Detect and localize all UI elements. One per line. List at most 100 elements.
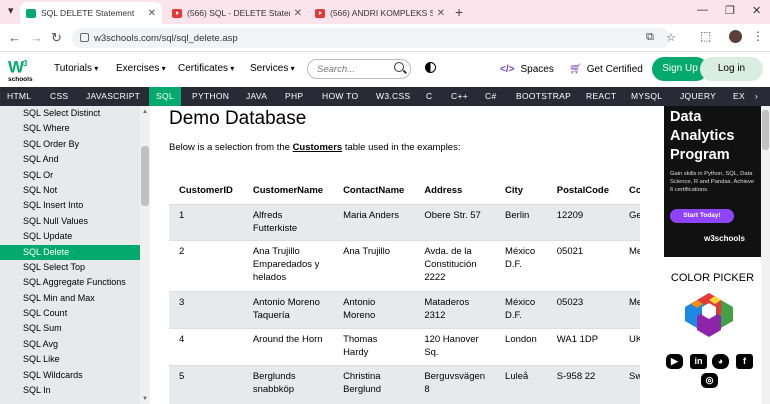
forward-icon[interactable]: → bbox=[30, 30, 43, 45]
scrollbar-thumb[interactable] bbox=[762, 110, 769, 150]
tab-sql-delete[interactable]: SQL DELETE Statement ✕ bbox=[20, 2, 162, 24]
topnav-csharp[interactable]: C# bbox=[485, 87, 496, 106]
search-input[interactable]: Search... bbox=[307, 59, 411, 79]
topnav-php[interactable]: PHP bbox=[285, 87, 303, 106]
sidebar-item[interactable]: SQL In bbox=[0, 383, 150, 398]
sidebar-item[interactable]: SQL Where bbox=[0, 121, 150, 136]
spaces-link[interactable]: </> Spaces bbox=[500, 64, 554, 75]
back-icon[interactable]: ← bbox=[8, 30, 21, 45]
close-icon[interactable]: ✕ bbox=[294, 8, 302, 19]
sidebar-item[interactable]: SQL Not bbox=[0, 183, 150, 198]
table-cell: Thomas Hardy bbox=[333, 328, 415, 365]
topnav-javascript[interactable]: JAVASCRIPT bbox=[86, 87, 140, 106]
sidebar-item[interactable]: SQL Count bbox=[0, 306, 150, 321]
sidebar-item[interactable]: SQL Insert Into bbox=[0, 198, 150, 213]
col-header: City bbox=[495, 177, 547, 205]
sidebar-item[interactable]: SQL Order By bbox=[0, 137, 150, 152]
get-certified-link[interactable]: 🛒︎ Get Certified bbox=[569, 64, 643, 75]
scroll-up-icon[interactable]: ▲ bbox=[142, 109, 148, 115]
page-scrollbar[interactable] bbox=[761, 106, 770, 404]
sidebar-item[interactable]: SQL Select Top bbox=[0, 260, 150, 275]
close-window-icon[interactable]: ✕ bbox=[752, 4, 761, 17]
scrollbar-thumb[interactable] bbox=[141, 146, 149, 206]
sidebar-item[interactable]: SQL Sum bbox=[0, 321, 150, 336]
menu-tutorials[interactable]: Tutorials bbox=[54, 63, 98, 74]
topnav-mysql[interactable]: MYSQL bbox=[631, 87, 662, 106]
topnav-bootstrap[interactable]: BOOTSTRAP bbox=[516, 87, 571, 106]
color-picker-icon[interactable] bbox=[685, 293, 733, 337]
sidebar-item[interactable]: SQL Aggregate Functions bbox=[0, 275, 150, 290]
topnav-java[interactable]: JAVA bbox=[246, 87, 267, 106]
url-text: w3schools.com/sql/sql_delete.asp bbox=[94, 32, 238, 44]
topnav-python[interactable]: PYTHON bbox=[192, 87, 229, 106]
new-tab-button[interactable]: + bbox=[455, 4, 463, 20]
linkedin-icon[interactable]: in bbox=[690, 354, 707, 369]
sidebar-scrollbar[interactable]: ▲ ▼ bbox=[140, 106, 150, 404]
sidebar-item[interactable]: SQL Wildcards bbox=[0, 368, 150, 383]
url-field[interactable]: w3schools.com/sql/sql_delete.asp ⧉ ☆ bbox=[72, 28, 676, 48]
topnav-html[interactable]: HTML bbox=[7, 87, 31, 106]
scroll-down-icon[interactable]: ▼ bbox=[142, 396, 148, 402]
youtube-icon bbox=[172, 8, 182, 18]
log-in-button[interactable]: Log in bbox=[700, 57, 763, 81]
table-cell: Christina Berglund bbox=[333, 365, 415, 404]
sidebar: SQL Select Distinct SQL Where SQL Order … bbox=[0, 106, 150, 404]
table-cell: 2 bbox=[169, 240, 243, 291]
translate-icon[interactable]: ⧉ bbox=[646, 31, 654, 44]
close-icon[interactable]: ✕ bbox=[148, 8, 156, 19]
maximize-icon[interactable]: ❐ bbox=[725, 4, 735, 17]
menu-exercises[interactable]: Exercises bbox=[116, 63, 166, 74]
cart-icon: 🛒︎ bbox=[569, 64, 582, 75]
topnav-howto[interactable]: HOW TO bbox=[322, 87, 358, 106]
sidebar-item[interactable]: SQL And bbox=[0, 152, 150, 167]
sidebar-item-active[interactable]: SQL Delete bbox=[0, 244, 150, 260]
menu-certificates[interactable]: Certificates bbox=[178, 63, 234, 74]
reload-icon[interactable]: ↻ bbox=[51, 30, 62, 46]
w3schools-logo[interactable]: W3 schools bbox=[8, 56, 34, 84]
tab-search-icon[interactable]: ▾ bbox=[8, 4, 14, 17]
sidebar-item[interactable]: SQL Like bbox=[0, 352, 150, 367]
topnav-sql[interactable]: SQL bbox=[149, 87, 181, 106]
sidebar-item[interactable]: SQL Or bbox=[0, 168, 150, 183]
search-icon[interactable] bbox=[394, 62, 404, 72]
minimize-icon[interactable]: — bbox=[697, 4, 708, 16]
facebook-icon[interactable]: f bbox=[736, 354, 753, 369]
topnav-react[interactable]: REACT bbox=[586, 87, 616, 106]
site-info-icon[interactable] bbox=[80, 33, 89, 42]
sidebar-item[interactable]: SQL Null Values bbox=[0, 214, 150, 229]
close-icon[interactable]: ✕ bbox=[437, 8, 445, 19]
topnav-css[interactable]: CSS bbox=[50, 87, 68, 106]
topnav-more-icon[interactable]: › bbox=[755, 87, 758, 106]
topnav-cpp[interactable]: C++ bbox=[451, 87, 468, 106]
topnav-w3css[interactable]: W3.CSS bbox=[376, 87, 410, 106]
table-cell: Berlin bbox=[495, 204, 547, 240]
menu-services[interactable]: Services bbox=[250, 63, 295, 74]
sidebar-item[interactable]: SQL Select Distinct bbox=[0, 106, 150, 121]
tab-youtube-2[interactable]: (566) ANDRI KOMPLEKS SKUPS ✕ bbox=[309, 2, 451, 24]
tab-youtube-1[interactable]: (566) SQL - DELETE Statement - ✕ bbox=[166, 2, 308, 24]
dark-mode-toggle-icon[interactable] bbox=[425, 62, 436, 73]
youtube-icon[interactable]: ▶ bbox=[666, 354, 683, 369]
discord-icon[interactable]: ◕ bbox=[712, 354, 729, 369]
advert-banner[interactable]: Data Analytics Program Gain skills in Py… bbox=[664, 106, 761, 257]
table-cell: México D.F. bbox=[495, 240, 547, 291]
topnav-excel[interactable]: EX bbox=[733, 87, 745, 106]
avatar[interactable] bbox=[729, 30, 742, 43]
table-cell: México D.F. bbox=[495, 291, 547, 328]
search-placeholder: Search... bbox=[317, 64, 356, 75]
sidebar-item[interactable]: SQL Min and Max bbox=[0, 291, 150, 306]
table-cell: Obere Str. 57 bbox=[414, 204, 496, 240]
start-today-button[interactable]: Start Today! bbox=[670, 209, 734, 223]
menu-icon[interactable]: ⋮ bbox=[752, 29, 764, 43]
intro-suffix: table used in the examples: bbox=[342, 142, 461, 153]
extensions-icon[interactable]: ⬚ bbox=[700, 29, 711, 43]
topnav: HTML CSS JAVASCRIPT SQL PYTHON JAVA PHP … bbox=[0, 87, 770, 106]
sidebar-item[interactable]: SQL Avg bbox=[0, 337, 150, 352]
topnav-jquery[interactable]: JQUERY bbox=[680, 87, 716, 106]
instagram-icon[interactable]: ◎ bbox=[701, 373, 718, 388]
topnav-c[interactable]: C bbox=[426, 87, 432, 106]
address-bar-row: ← → ↻ w3schools.com/sql/sql_delete.asp ⧉… bbox=[0, 24, 770, 52]
sidebar-item[interactable]: SQL Update bbox=[0, 229, 150, 244]
bookmark-star-icon[interactable]: ☆ bbox=[666, 31, 676, 44]
col-header: Address bbox=[414, 177, 496, 205]
